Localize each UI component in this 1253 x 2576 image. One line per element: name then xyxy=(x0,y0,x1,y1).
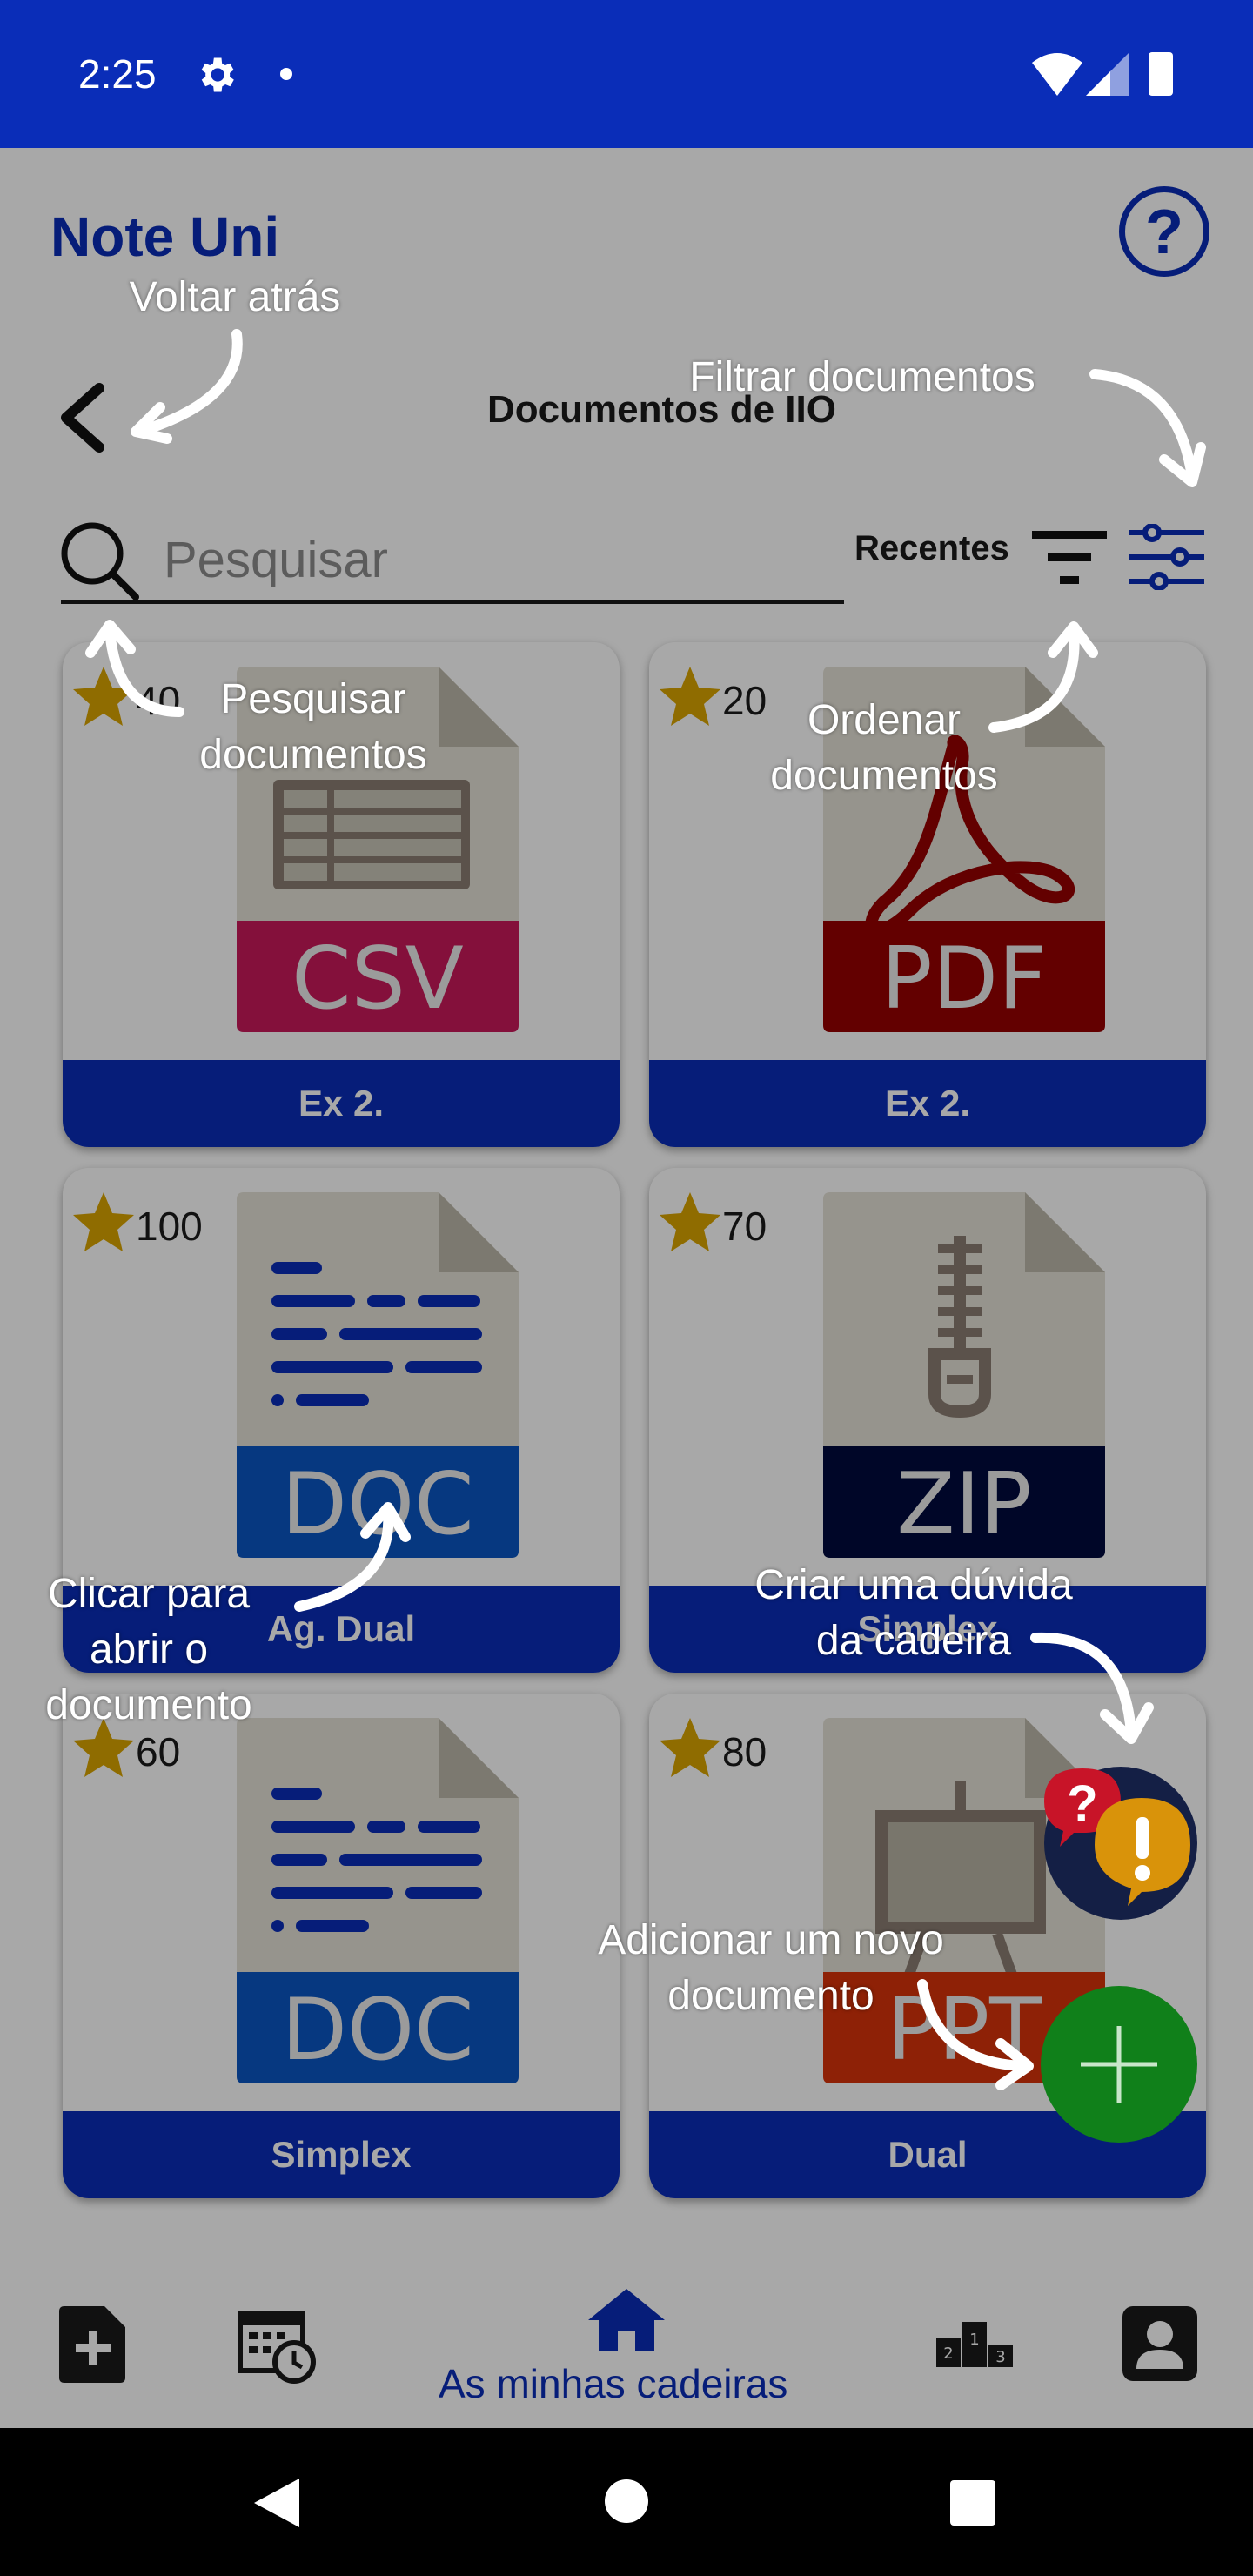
system-back-icon[interactable] xyxy=(254,2479,299,2527)
settings-gear-icon xyxy=(201,57,234,92)
tip-search-arrow-icon xyxy=(85,620,184,717)
tip-open-line1: Clicar para xyxy=(47,1571,251,1617)
tip-back-arrow-icon xyxy=(131,329,243,444)
system-home-icon[interactable] xyxy=(604,2479,649,2524)
notification-dot-icon xyxy=(280,68,292,80)
plus-icon xyxy=(1081,2026,1157,2103)
tip-open-line2: abrir o xyxy=(89,1627,209,1673)
tip-sort-line1: Ordenar xyxy=(807,697,962,743)
tip-open-arrow-icon xyxy=(294,1502,411,1612)
question-exclamation-icon: ? xyxy=(1044,1768,1190,1906)
tip-filter: Filtrar documentos xyxy=(689,354,1035,400)
tip-sort-line2: documentos xyxy=(770,753,998,799)
tip-doubt-arrow-icon xyxy=(1030,1632,1154,1744)
tip-add-line1: Adicionar um novo xyxy=(598,1917,944,1963)
tip-back: Voltar atrás xyxy=(129,274,341,320)
tip-open: Clicar para abrir o documento xyxy=(5,1566,292,1734)
tip-sort-arrow-icon xyxy=(988,621,1098,733)
system-recents-icon[interactable] xyxy=(950,2480,995,2526)
tip-open-line3: documento xyxy=(45,1682,252,1728)
add-document-fab[interactable] xyxy=(1041,1986,1197,2143)
tip-search-line2: documentos xyxy=(199,732,427,778)
tip-doubt-line1: Criar uma dúvida xyxy=(754,1562,1073,1608)
tip-filter-arrow-icon xyxy=(1089,369,1206,487)
tip-add-arrow-icon xyxy=(917,1979,1034,2090)
svg-text:?: ? xyxy=(1067,1775,1097,1832)
create-doubt-button[interactable]: ? xyxy=(1044,1767,1197,1920)
signal-icon xyxy=(1086,52,1129,96)
tip-search: Pesquisar documentos xyxy=(165,672,461,783)
tip-search-line1: Pesquisar xyxy=(220,676,406,722)
wifi-icon xyxy=(1032,53,1082,96)
battery-icon xyxy=(1149,52,1173,96)
status-bar: 2:25 xyxy=(0,0,1253,148)
status-time: 2:25 xyxy=(78,51,157,97)
tip-sort: Ordenar documentos xyxy=(745,693,1023,804)
